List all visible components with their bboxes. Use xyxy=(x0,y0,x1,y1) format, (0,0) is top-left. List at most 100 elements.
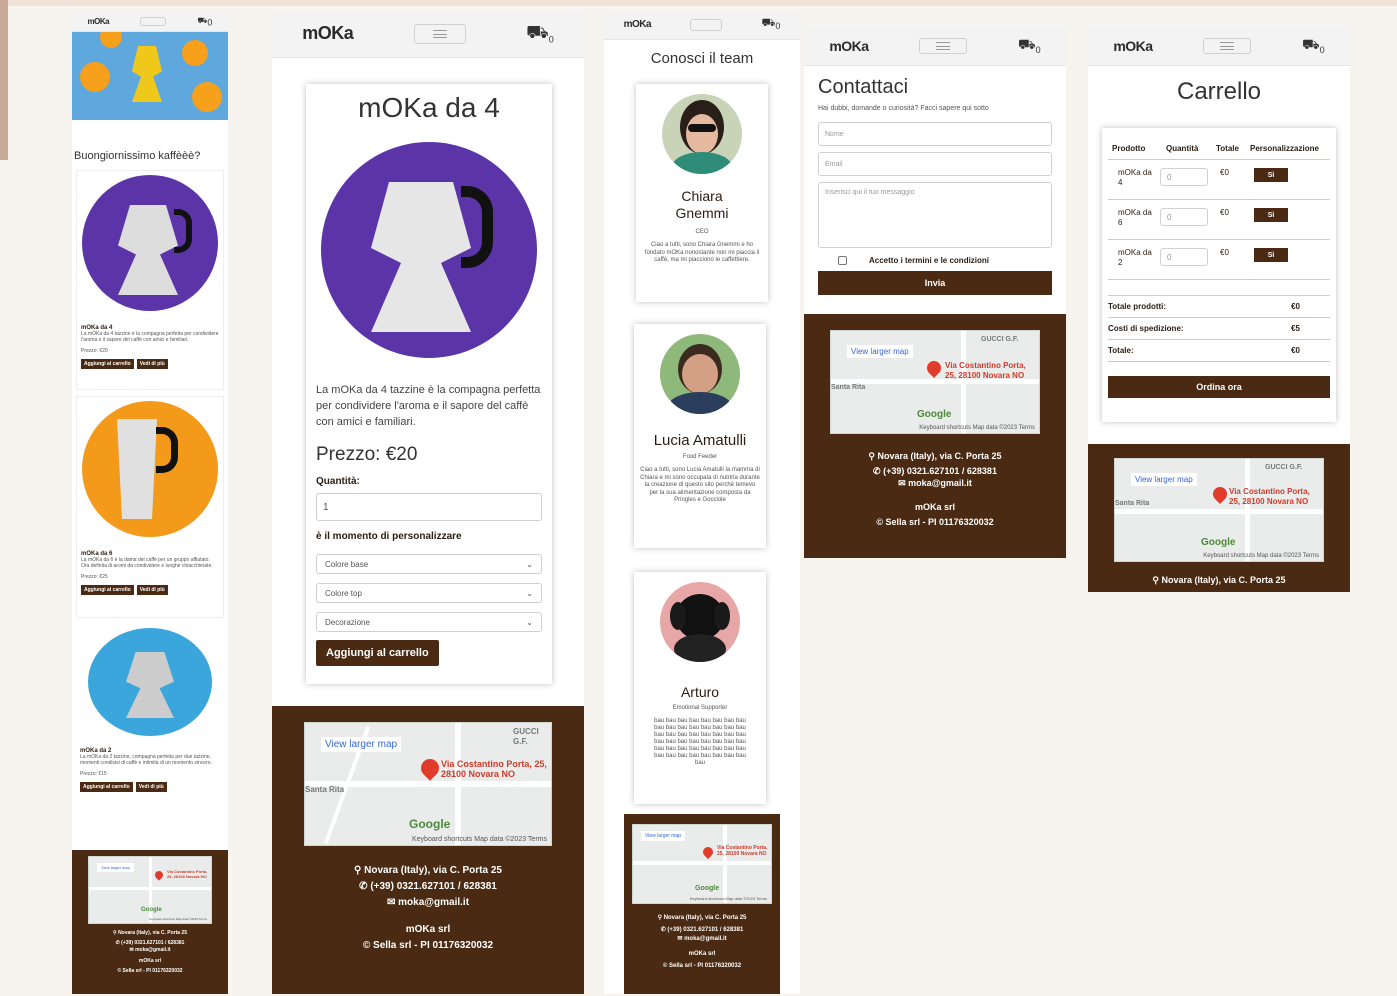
cart-row: mOKa da 6 0 €0 Sì xyxy=(1108,200,1330,240)
brand-logo[interactable]: mOKa xyxy=(88,17,110,26)
footer: View larger map Via Costantino Porta, 25… xyxy=(624,814,780,994)
cart-icon[interactable]: ⛟0 xyxy=(1018,36,1041,55)
customize-button[interactable]: Sì xyxy=(1254,248,1288,262)
name-field[interactable]: Nome xyxy=(818,122,1052,146)
map-larger-link[interactable]: View larger map xyxy=(847,345,913,358)
footer-company: mOKa srl xyxy=(688,951,716,957)
cart-title: Carrello xyxy=(1176,78,1262,105)
menu-toggle[interactable] xyxy=(919,37,968,54)
terms-checkbox[interactable] xyxy=(838,256,847,265)
cart-qty-input[interactable]: 0 xyxy=(1160,248,1208,266)
map-embed[interactable]: View larger map Via Costantino Porta, 25… xyxy=(1114,458,1324,562)
cart-icon[interactable]: ⛟0 xyxy=(526,22,554,46)
col-header-product: Prodotto xyxy=(1112,144,1146,153)
add-to-cart-button[interactable]: Aggiungi al carrello xyxy=(80,782,133,792)
cart-icon[interactable]: ⛟0 xyxy=(762,17,781,31)
customize-button[interactable]: Sì xyxy=(1254,208,1288,222)
details-button[interactable]: Vedi di più xyxy=(136,585,168,595)
map-terms[interactable]: Keyboard shortcuts Map data ©2023 Terms xyxy=(919,425,1035,431)
brand-logo[interactable]: mOKa xyxy=(302,23,354,44)
summary-label: Costi di spedizione: xyxy=(1108,324,1184,333)
member-role: Food Feeder xyxy=(682,454,718,460)
footer-email[interactable]: moka@gmail.it xyxy=(135,947,170,953)
product-detail-card: mOKa da 4 La mOKa da 4 tazzine è la comp… xyxy=(306,84,552,684)
map-larger-link[interactable]: View larger map xyxy=(1131,473,1197,486)
chevron-down-icon: ⌄ xyxy=(526,617,533,627)
member-photo xyxy=(662,94,742,174)
member-photo xyxy=(660,582,740,662)
map-address: Via Costantino Porta, 25, 28100 Novara N… xyxy=(441,759,547,779)
base-color-select[interactable]: Colore base ⌄ xyxy=(316,554,542,574)
tagline: Buongiornissimo kaffèèè? xyxy=(74,150,201,162)
chevron-down-icon: ⌄ xyxy=(526,559,533,569)
footer-email[interactable]: moka@gmail.it xyxy=(398,897,469,908)
summary-row: Totale prodotti: €0 xyxy=(1108,296,1330,318)
menu-toggle[interactable] xyxy=(1203,37,1252,54)
map-embed[interactable]: View larger map Via Costantino Porta, 25… xyxy=(88,856,212,924)
add-to-cart-button[interactable]: Aggiungi al carrello xyxy=(81,359,134,369)
cart-row-total: €0 xyxy=(1220,168,1229,177)
map-embed[interactable]: View larger map Via Costantino Porta, 25… xyxy=(830,330,1040,434)
map-larger-link[interactable]: View larger map xyxy=(97,863,134,872)
footer-company: mOKa srl xyxy=(914,502,956,512)
cart-icon[interactable]: ⛟0 xyxy=(1302,36,1325,55)
email-field[interactable]: Email xyxy=(818,152,1052,176)
decoration-select[interactable]: Decorazione ⌄ xyxy=(316,612,542,632)
map-larger-link[interactable]: View larger map xyxy=(641,831,686,841)
brand-logo[interactable]: mOKa xyxy=(1113,38,1153,54)
map-embed[interactable]: View larger map Via Costantino Porta, 25… xyxy=(632,824,772,904)
cart-qty-input[interactable]: 0 xyxy=(1160,168,1208,186)
phone-icon: ✆ xyxy=(359,881,368,892)
message-field[interactable]: Inserisci qui il tuo messaggio xyxy=(818,182,1052,248)
product-price: Prezzo: €25 xyxy=(81,574,108,580)
col-header-total: Totale xyxy=(1216,144,1239,153)
product-card: mOKa da 2 La mOKa da 2 tazzine, compagna… xyxy=(76,624,224,820)
brand-logo[interactable]: mOKa xyxy=(624,19,652,30)
details-button[interactable]: Vedi di più xyxy=(135,782,167,792)
mail-icon: ✉ xyxy=(677,936,683,942)
map-terms[interactable]: Keyboard shortcuts Map data ©2023 Terms xyxy=(412,836,547,843)
cart-count: 0 xyxy=(1035,44,1041,55)
customize-button[interactable]: Sì xyxy=(1254,168,1288,182)
member-bio: Ciao a tutti, sono Chiara Gnemmi e ho fo… xyxy=(644,242,760,263)
footer: View larger map Via Costantino Porta, 25… xyxy=(72,850,228,994)
order-button[interactable]: Ordina ora xyxy=(1108,376,1330,398)
add-to-cart-button[interactable]: Aggiungi al carrello xyxy=(316,640,439,666)
map-embed[interactable]: View larger map Via Costantino Porta, 25… xyxy=(304,722,552,846)
map-terms[interactable]: Keyboard shortcuts Map data ©2023 Terms xyxy=(690,896,767,901)
add-to-cart-button[interactable]: Aggiungi al carrello xyxy=(81,585,134,595)
phone-icon: ✆ xyxy=(873,466,881,476)
cart-table-card: Prodotto Quantità Totale Personalizzazio… xyxy=(1102,128,1336,422)
map-terms[interactable]: Keyboard shortcuts Map data ©2023 Terms xyxy=(1203,553,1319,559)
map-terms[interactable]: Keyboard shortcuts Map data ©2023 Terms xyxy=(149,917,207,921)
map-google-logo: Google xyxy=(695,885,720,892)
brand-logo[interactable]: mOKa xyxy=(829,38,869,54)
details-button[interactable]: Vedi di più xyxy=(136,359,168,369)
cart-count: 0 xyxy=(207,17,213,28)
map-poi: Santa Rita xyxy=(1115,500,1150,507)
map-larger-link[interactable]: View larger map xyxy=(321,737,402,752)
cart-row-total: €0 xyxy=(1220,248,1229,257)
menu-toggle[interactable] xyxy=(690,18,723,31)
product-image xyxy=(321,142,537,358)
location-icon: ⚲ xyxy=(868,451,875,461)
contact-title: Contattaci xyxy=(818,76,909,98)
footer-email[interactable]: moka@gmail.it xyxy=(684,936,727,942)
quantity-input[interactable]: 1 xyxy=(316,493,542,521)
location-icon: ⚲ xyxy=(657,915,663,921)
member-name: Chiara Gnemmi xyxy=(675,188,729,221)
member-name: Lucia Amatulli xyxy=(653,432,747,449)
phone-icon: ✆ xyxy=(660,927,666,933)
cart-icon[interactable]: ⛟0 xyxy=(197,16,212,28)
cart-qty-input[interactable]: 0 xyxy=(1160,208,1208,226)
menu-toggle[interactable] xyxy=(413,23,466,44)
top-color-select[interactable]: Colore top ⌄ xyxy=(316,583,542,603)
menu-toggle[interactable] xyxy=(140,17,167,26)
product-desc: La mOKa da 4 tazzine è la compagna perfe… xyxy=(316,384,541,428)
select-value: Colore top xyxy=(325,588,362,598)
footer-email[interactable]: moka@gmail.it xyxy=(908,478,972,488)
send-button[interactable]: Invia xyxy=(818,271,1052,295)
contact-screen: mOKa ⛟0 Contattaci Hai dubbi, domande o … xyxy=(804,26,1066,558)
cart-screen: mOKa ⛟0 Carrello Prodotto Quantità Total… xyxy=(1088,26,1350,592)
product-desc: La mOKa da 4 tazzine è la compagna perfe… xyxy=(81,331,219,343)
